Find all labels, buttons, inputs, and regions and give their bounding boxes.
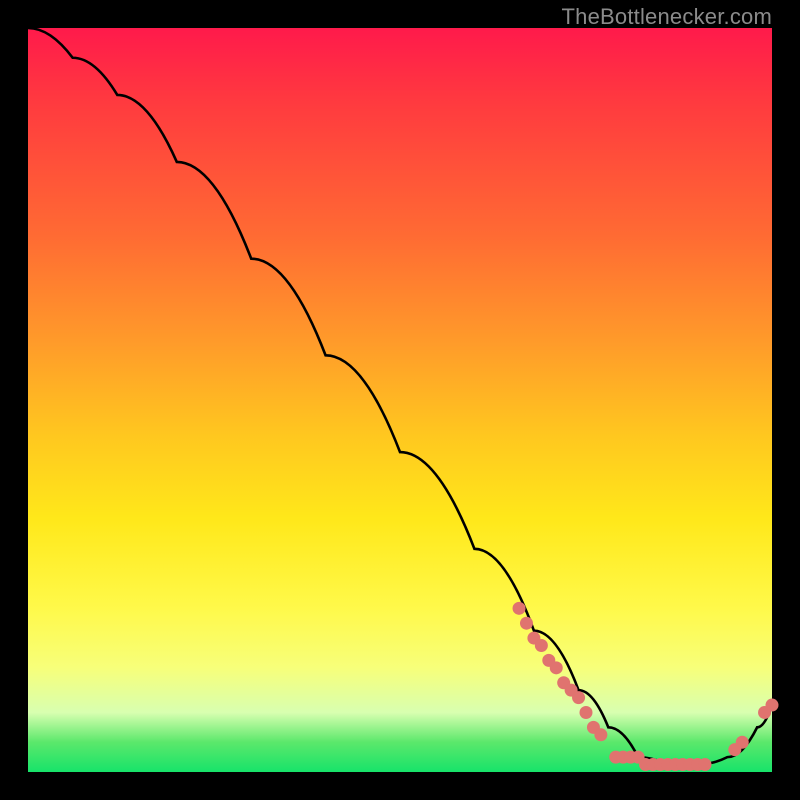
chart-marker [699,758,712,771]
chart-markers [513,602,779,771]
chart-marker [736,736,749,749]
chart-marker [594,728,607,741]
chart-marker [520,617,533,630]
chart-marker [535,639,548,652]
chart-stage: TheBottlenecker.com [0,0,800,800]
chart-marker [580,706,593,719]
chart-marker [572,691,585,704]
chart-marker [766,699,779,712]
watermark-text: TheBottlenecker.com [562,4,772,30]
bottleneck-curve-line [28,28,772,765]
chart-marker [550,661,563,674]
chart-svg [28,28,772,772]
chart-marker [513,602,526,615]
chart-plot-area [28,28,772,772]
